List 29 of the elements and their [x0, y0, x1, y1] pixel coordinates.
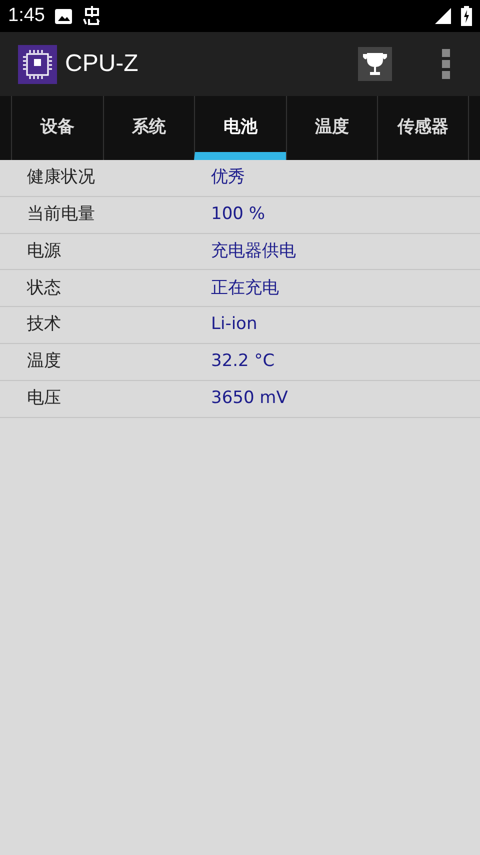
tab[interactable]: 电池	[194, 96, 286, 160]
notification-icon	[82, 6, 102, 26]
row-label: 电源	[27, 240, 62, 263]
row-value: 充电器供电	[211, 240, 296, 263]
battery-charging-icon	[461, 6, 472, 26]
row-label: 健康状况	[27, 166, 96, 190]
row-value: Li-ion	[211, 313, 258, 336]
row-label: 状态	[27, 276, 62, 300]
trophy-icon	[362, 51, 388, 77]
tab[interactable]: 温度	[286, 96, 378, 160]
row-label: 电压	[27, 386, 62, 410]
row-value: 32.2 °C	[211, 350, 275, 374]
image-icon	[54, 8, 72, 24]
tab[interactable]: 设备	[11, 96, 103, 160]
signal-icon	[435, 8, 451, 24]
tab[interactable]: 系统	[102, 96, 194, 160]
row-label: 当前电量	[27, 202, 96, 226]
more-options-button[interactable]	[440, 49, 452, 79]
app-title: CPU-Z	[65, 49, 138, 79]
row-value: 正在充电	[211, 276, 279, 300]
trophy-button[interactable]	[358, 47, 392, 81]
row-value: 优秀	[211, 166, 245, 190]
chip-icon	[18, 44, 57, 84]
row-label: 温度	[27, 350, 62, 374]
status-time: 1:45	[8, 4, 45, 28]
row-label: 技术	[27, 313, 62, 336]
tab[interactable]: 传感器	[377, 96, 469, 160]
row-value: 3650 mV	[211, 386, 288, 410]
row-value: 100 %	[211, 202, 266, 226]
